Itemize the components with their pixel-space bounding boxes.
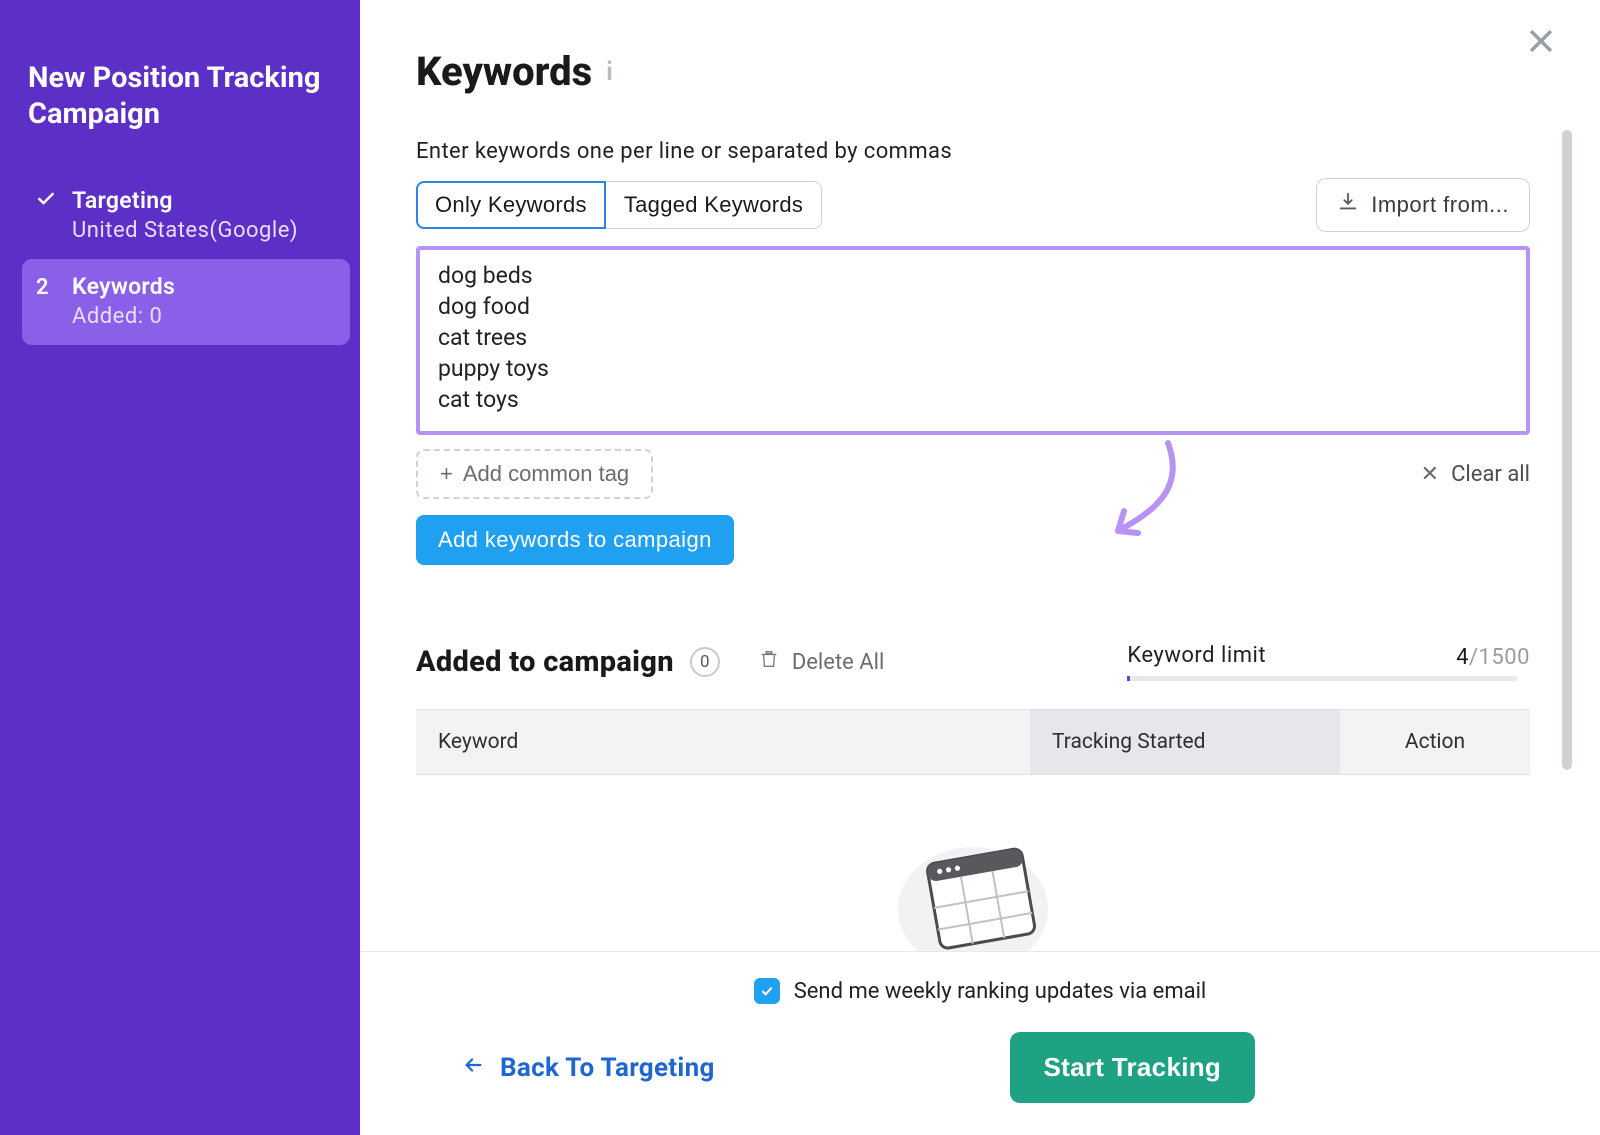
sidebar-title: New Position Tracking Campaign (22, 60, 350, 133)
wizard-step-targeting[interactable]: Targeting United States(Google) (22, 173, 350, 259)
keyword-mode-segments: Only Keywords Tagged Keywords (416, 181, 822, 229)
wizard-sidebar: New Position Tracking Campaign Targeting… (0, 0, 360, 1135)
segment-only-keywords[interactable]: Only Keywords (416, 181, 606, 229)
trash-icon (758, 648, 780, 676)
back-to-targeting-link[interactable]: Back To Targeting (460, 1053, 715, 1083)
wizard-step-keywords[interactable]: 2 Keywords Added: 0 (22, 259, 350, 345)
col-keyword[interactable]: Keyword (416, 730, 1030, 754)
sort-icon (1215, 730, 1233, 754)
delete-all-button[interactable]: Delete All (758, 648, 885, 676)
start-tracking-button[interactable]: Start Tracking (1010, 1032, 1256, 1103)
segment-tagged-keywords[interactable]: Tagged Keywords (606, 181, 822, 229)
added-count-badge: 0 (690, 647, 720, 677)
keyword-limit: Keyword limit 4/1500 (1127, 643, 1530, 681)
limit-label: Keyword limit (1127, 643, 1266, 670)
step-sub: United States(Google) (72, 218, 298, 243)
weekly-email-label: Send me weekly ranking updates via email (794, 979, 1207, 1004)
col-tracking-label: Tracking Started (1052, 730, 1205, 754)
delete-all-label: Delete All (792, 650, 885, 675)
import-from-button[interactable]: Import from... (1316, 178, 1530, 232)
kw-line: dog beds (438, 260, 1508, 291)
add-keywords-button[interactable]: Add keywords to campaign (416, 515, 734, 565)
keywords-hint: Enter keywords one per line or separated… (416, 139, 1530, 164)
add-common-tag-button[interactable]: + Add common tag (416, 449, 653, 499)
close-button[interactable] (1524, 24, 1558, 62)
limit-progress (1127, 676, 1517, 681)
step-sub: Added: 0 (72, 304, 175, 329)
keywords-textarea[interactable]: dog beds dog food cat trees puppy toys c… (416, 246, 1530, 435)
kw-line: puppy toys (438, 353, 1508, 384)
step-name: Keywords (72, 273, 175, 300)
step-number: 2 (36, 275, 49, 300)
kw-line: cat toys (438, 384, 1508, 415)
page-title: Keywords (416, 48, 592, 95)
import-label: Import from... (1371, 192, 1509, 218)
kw-line: cat trees (438, 322, 1508, 353)
limit-max: /1500 (1469, 645, 1530, 670)
step-name: Targeting (72, 187, 298, 214)
added-to-campaign-title: Added to campaign (416, 645, 674, 679)
wizard-footer: Send me weekly ranking updates via email… (360, 951, 1600, 1135)
add-tag-label: Add common tag (463, 461, 629, 487)
kw-line: dog food (438, 291, 1508, 322)
info-icon[interactable]: i (606, 57, 613, 87)
close-icon: ✕ (1421, 462, 1439, 487)
limit-used: 4 (1456, 645, 1469, 670)
vertical-scrollbar[interactable] (1562, 130, 1572, 770)
clear-all-label: Clear all (1451, 462, 1530, 487)
check-icon (36, 189, 56, 213)
col-action: Action (1340, 730, 1530, 754)
campaign-table: Keyword Tracking Started Action (416, 709, 1530, 775)
download-icon (1337, 191, 1359, 219)
back-label: Back To Targeting (500, 1053, 715, 1083)
clear-all-button[interactable]: ✕ Clear all (1421, 462, 1530, 487)
arrow-left-icon (460, 1053, 486, 1083)
plus-icon: + (440, 461, 453, 487)
weekly-email-checkbox[interactable] (754, 978, 780, 1004)
col-tracking-started[interactable]: Tracking Started (1030, 710, 1340, 774)
